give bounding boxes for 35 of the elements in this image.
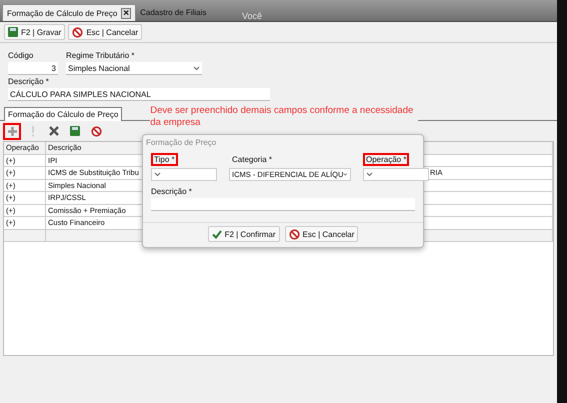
annotation-text: Deve ser preenchido demais campos conforme a necessidade da empresa (150, 105, 418, 129)
chevron-icon (154, 172, 161, 177)
section-tab[interactable]: Formação do Cálculo de Preço (4, 107, 122, 121)
select-field[interactable] (151, 168, 217, 181)
field-label: Código (8, 51, 34, 60)
confirm-button[interactable]: F2 | Confirmar (208, 226, 280, 242)
add-button[interactable] (3, 122, 21, 140)
save-icon (8, 27, 18, 37)
overlay-text: Você (242, 11, 262, 21)
select-field[interactable] (363, 168, 429, 181)
save-button[interactable]: F2 | Gravar (4, 24, 66, 40)
cancel-button[interactable]: Esc | Cancelar (68, 24, 142, 40)
description-field[interactable]: CÁLCULO PARA SIMPLES NACIONAL (8, 88, 270, 101)
cancel-icon (288, 228, 300, 240)
delete-icon (49, 126, 59, 136)
chevron-icon (366, 172, 373, 177)
document-tab[interactable]: Cadastro de Filiais (136, 4, 210, 21)
document-tab[interactable]: Formação de Cálculo de Preço × (2, 4, 136, 21)
plus-icon (6, 126, 18, 136)
check-icon (212, 230, 222, 238)
chevron-icon (343, 172, 348, 177)
save-icon (70, 126, 80, 136)
field-label: Operação * (363, 153, 410, 166)
field-label: Descrição * (8, 77, 50, 86)
cancel-icon (72, 26, 84, 38)
regime-dropdown[interactable]: Simples Nacional (66, 62, 202, 75)
code-field[interactable]: 3 (8, 62, 58, 75)
cancel-icon (90, 126, 102, 136)
field-label: Regime Tributário * (66, 51, 136, 60)
chevron-icon (193, 66, 200, 70)
cancel-button[interactable]: Esc | Cancelar (284, 226, 358, 242)
description-field[interactable] (151, 198, 415, 211)
close-icon[interactable]: × (121, 8, 132, 18)
field-label: Tipo * (151, 153, 178, 166)
field-label: Categoria * (231, 154, 274, 166)
